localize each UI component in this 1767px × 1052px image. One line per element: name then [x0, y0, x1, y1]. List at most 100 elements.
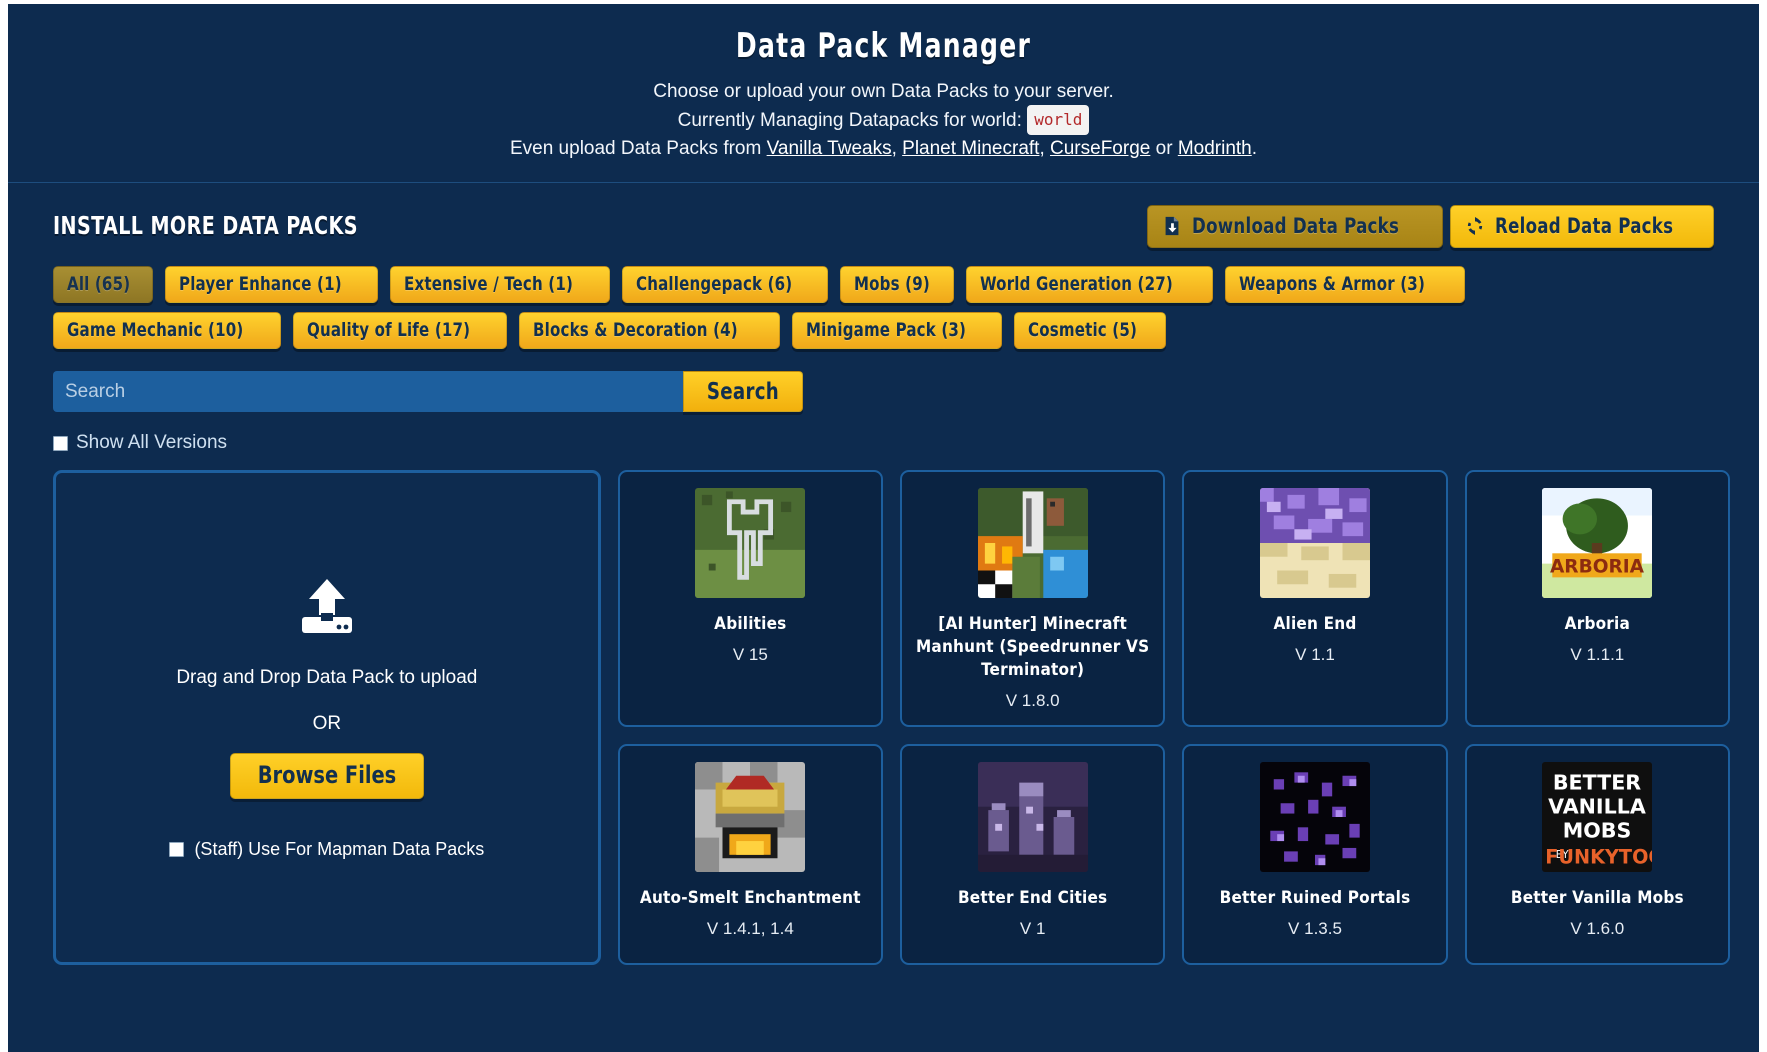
svg-text:FUNKYTOC: FUNKYTOC	[1546, 845, 1653, 868]
sep-period: .	[1251, 138, 1258, 159]
category-chip-label: Player Enhance (1)	[178, 273, 342, 295]
category-chip-label: Extensive / Tech (1)	[403, 273, 573, 295]
dropzone-instruction: Drag and Drop Data Pack to upload	[176, 667, 478, 688]
download-data-packs-button[interactable]: Download Data Packs	[1147, 205, 1444, 248]
data-pack-thumbnail-icon	[695, 488, 806, 598]
data-pack-thumbnail-icon	[695, 762, 806, 872]
show-all-versions-label: Show All Versions	[76, 432, 228, 453]
category-chip-label: Minigame Pack (3)	[805, 319, 966, 341]
category-chip[interactable]: All (65)	[53, 266, 153, 303]
upload-dropzone[interactable]: Drag and Drop Data Pack to upload OR Bro…	[53, 470, 601, 965]
category-chip-label: Blocks & Decoration (4)	[532, 319, 738, 341]
category-chip-label: Cosmetic (5)	[1027, 319, 1137, 341]
category-chip[interactable]: World Generation (27)	[965, 266, 1214, 303]
data-pack-card[interactable]: Abilities V 15	[617, 470, 883, 727]
category-chip-label: World Generation (27)	[979, 273, 1173, 295]
data-pack-version: V 1.8.0	[1005, 691, 1060, 710]
page-header: Data Pack Manager Choose or upload your …	[8, 4, 1759, 183]
link-curseforge[interactable]: CurseForge	[1050, 138, 1150, 159]
dropzone-or-divider: OR	[312, 713, 342, 734]
staff-mapman-label: (Staff) Use For Mapman Data Packs	[194, 839, 485, 859]
header-line-2: Currently Managing Datapacks for world: …	[28, 105, 1739, 135]
header-line-1: Choose or upload your own Data Packs to …	[653, 81, 1114, 102]
category-chip[interactable]: Challengepack (6)	[621, 266, 828, 303]
category-chip[interactable]: Extensive / Tech (1)	[389, 266, 610, 303]
search-input[interactable]	[53, 371, 684, 412]
category-chip-label: All (65)	[67, 273, 131, 295]
category-chip[interactable]: Player Enhance (1)	[164, 266, 378, 303]
category-chip[interactable]: Blocks & Decoration (4)	[518, 312, 780, 349]
data-pack-version: V 1.6.0	[1570, 919, 1625, 938]
data-pack-version: V 15	[732, 645, 768, 664]
data-pack-card[interactable]: Better End Cities V 1	[900, 744, 1166, 965]
category-chip-label: Challengepack (6)	[635, 273, 793, 295]
data-pack-name: Better Ruined Portals	[1219, 888, 1411, 908]
section-title: INSTALL MORE DATA PACKS	[53, 211, 358, 240]
data-pack-version: V 1.1	[1295, 645, 1335, 664]
data-pack-name: Better Vanilla Mobs	[1510, 888, 1684, 908]
browse-files-label: Browse Files	[257, 761, 397, 789]
category-chip[interactable]: Quality of Life (17)	[293, 312, 507, 349]
category-filter-list: All (65) Player Enhance (1) Extensive / Te…	[53, 266, 1563, 349]
category-chip[interactable]: Weapons & Armor (3)	[1225, 266, 1465, 303]
data-pack-version: V 1.4.1, 1.4	[706, 919, 794, 938]
data-pack-grid: Drag and Drop Data Pack to upload OR Bro…	[53, 470, 1730, 965]
category-chip-label: Quality of Life (17)	[307, 319, 471, 341]
data-pack-thumbnail-icon: ARBORIA	[1542, 488, 1653, 598]
sep-or: or	[1155, 138, 1173, 159]
link-vanilla-tweaks[interactable]: Vanilla Tweaks	[767, 138, 892, 159]
staff-mapman-row: (Staff) Use For Mapman Data Packs	[169, 839, 484, 860]
data-pack-name: Alien End	[1273, 614, 1357, 634]
data-pack-name: Arboria	[1564, 614, 1630, 634]
data-pack-card[interactable]: [AI Hunter] Minecraft Manhunt (Speedrunn…	[900, 470, 1166, 727]
reload-data-packs-button[interactable]: Reload Data Packs	[1450, 205, 1714, 248]
data-pack-card[interactable]: Auto-Smelt Enchantment V 1.4.1, 1.4	[617, 744, 883, 965]
search-button[interactable]: Search	[683, 371, 803, 412]
show-all-versions-checkbox[interactable]	[53, 435, 68, 451]
data-pack-thumbnail-icon	[1259, 488, 1370, 598]
svg-text:BETTER: BETTER	[1553, 771, 1641, 795]
data-pack-manager-app: Data Pack Manager Choose or upload your …	[8, 4, 1759, 1052]
file-download-icon	[1165, 216, 1179, 236]
link-modrinth[interactable]: Modrinth	[1178, 138, 1252, 159]
header-line-3: Even upload Data Packs from Vanilla Twea…	[28, 135, 1739, 162]
category-chip-label: Mobs (9)	[853, 273, 930, 295]
staff-mapman-checkbox[interactable]	[169, 842, 185, 857]
category-chip[interactable]: Minigame Pack (3)	[791, 312, 1002, 349]
world-name-badge: world	[1027, 105, 1090, 135]
section-actions: Download Data Packs Reload Data Packs	[1147, 205, 1714, 248]
data-pack-card[interactable]: ARBORIA Arboria V 1.1.1	[1464, 470, 1730, 727]
data-pack-version: V 1	[1019, 919, 1046, 938]
category-chip[interactable]: Cosmetic (5)	[1013, 312, 1166, 349]
category-chip-label: Game Mechanic (10)	[67, 319, 244, 341]
search-button-label: Search	[706, 378, 780, 405]
upload-icon	[301, 579, 352, 633]
data-pack-name: Abilities	[714, 614, 787, 634]
data-pack-thumbnail-icon: BETTER VANILLA MOBS BY FUNKYTOC	[1542, 762, 1653, 872]
svg-text:MOBS: MOBS	[1563, 819, 1632, 843]
category-chip[interactable]: Game Mechanic (10)	[53, 312, 282, 349]
data-pack-version: V 1.3.5	[1288, 919, 1342, 938]
data-pack-version: V 1.1.1	[1570, 645, 1625, 664]
page-frame: Data Pack Manager Choose or upload your …	[0, 0, 1767, 1052]
sep-2: ,	[1039, 138, 1045, 159]
link-planet-minecraft[interactable]: Planet Minecraft	[902, 138, 1039, 159]
data-pack-thumbnail-icon	[977, 762, 1088, 872]
data-pack-name: Auto-Smelt Enchantment	[639, 888, 861, 908]
search-row: Search	[53, 371, 803, 412]
refresh-icon	[1468, 217, 1483, 235]
data-pack-card[interactable]: Alien End V 1.1	[1182, 470, 1448, 727]
data-pack-name: Better End Cities	[957, 888, 1108, 908]
show-all-versions-row: Show All Versions	[53, 432, 1714, 454]
data-pack-thumbnail-icon	[977, 488, 1088, 598]
header-sources-prefix: Even upload Data Packs from	[509, 138, 762, 159]
sep-1: ,	[891, 138, 897, 159]
section-header-row: INSTALL MORE DATA PACKS Download Data Pa…	[53, 205, 1714, 248]
reload-data-packs-label: Reload Data Packs	[1495, 214, 1674, 238]
data-pack-card[interactable]: Better Ruined Portals V 1.3.5	[1182, 744, 1448, 965]
category-chip[interactable]: Mobs (9)	[839, 266, 954, 303]
category-chip-label: Weapons & Armor (3)	[1239, 273, 1426, 295]
data-pack-card[interactable]: BETTER VANILLA MOBS BY FUNKYTOC Better Va…	[1464, 744, 1730, 965]
browse-files-button[interactable]: Browse Files	[229, 753, 424, 799]
svg-text:VANILLA: VANILLA	[1549, 795, 1647, 819]
